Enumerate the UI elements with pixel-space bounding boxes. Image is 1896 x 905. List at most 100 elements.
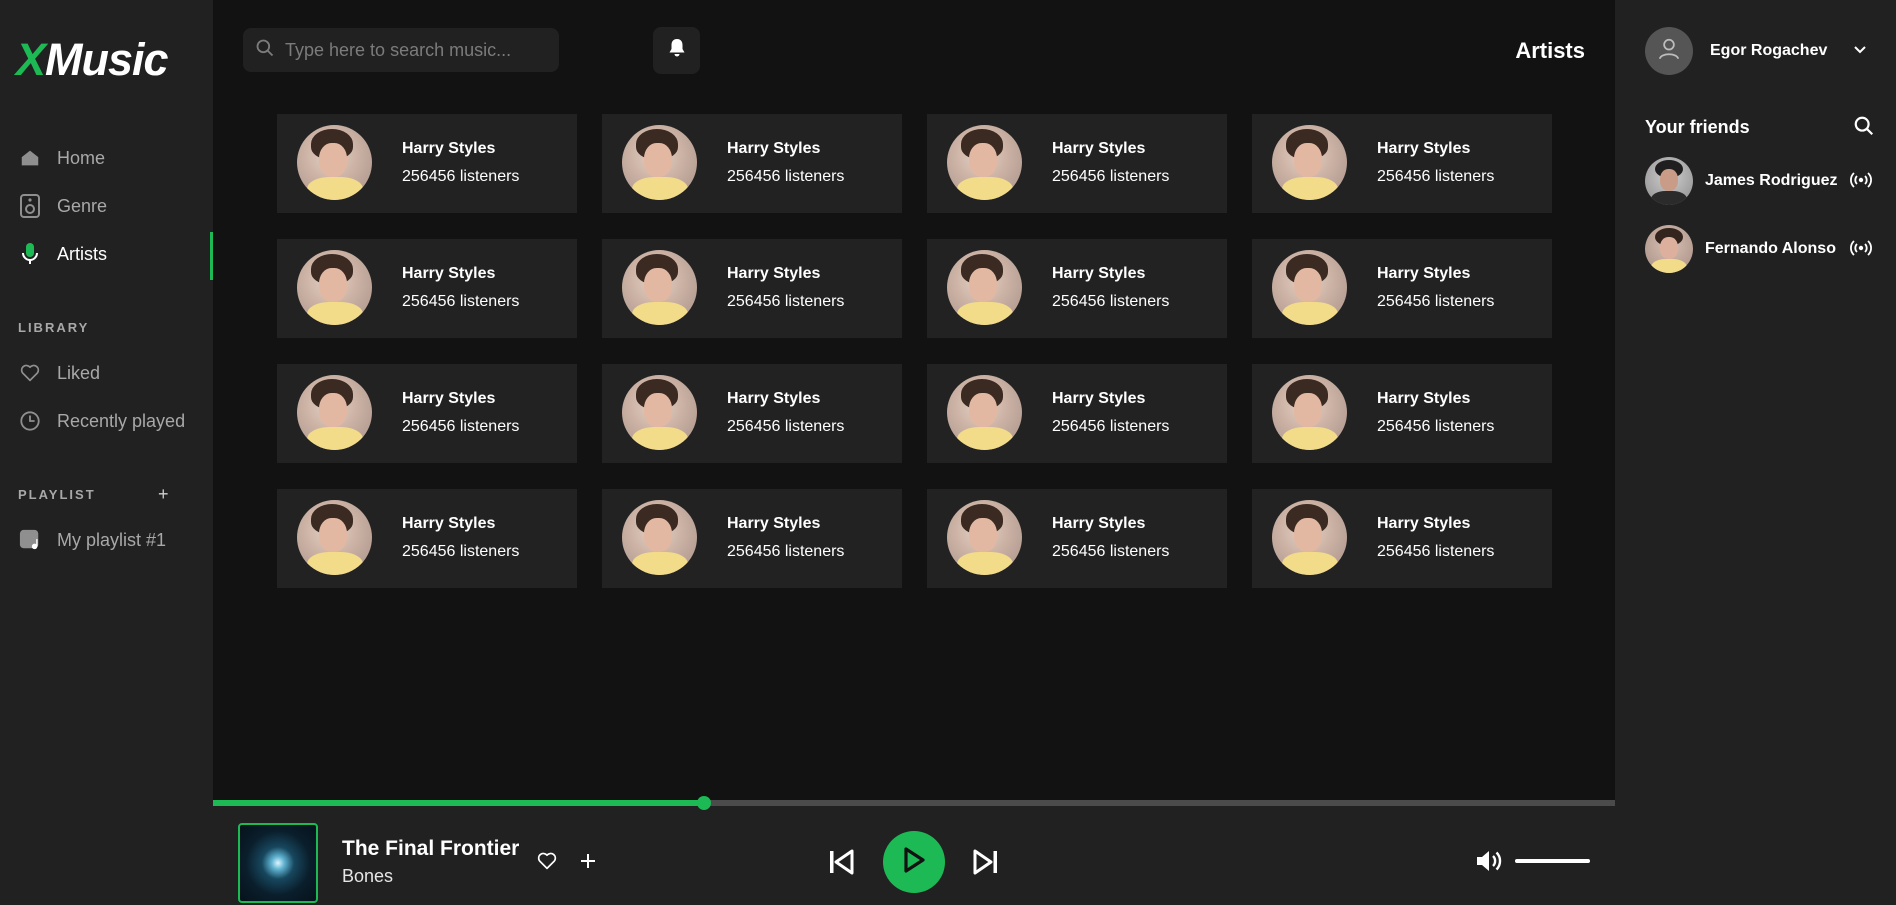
artist-name: Harry Styles xyxy=(402,390,496,407)
player-bar: The Final Frontier Bones xyxy=(213,796,1615,905)
volume-slider[interactable] xyxy=(1515,859,1590,863)
sidebar-item-home[interactable]: Home xyxy=(0,136,213,180)
artist-name: Harry Styles xyxy=(727,515,821,532)
playlist-icon xyxy=(18,528,42,552)
progress-bar[interactable] xyxy=(213,796,1615,810)
friend-name: James Rodriguez xyxy=(1705,172,1838,189)
next-track-icon[interactable] xyxy=(972,848,1000,881)
artist-avatar xyxy=(622,375,697,450)
artist-avatar xyxy=(622,125,697,200)
logo-x: X xyxy=(16,34,46,85)
right-panel: Egor Rogachev Your friends James Rodrigu… xyxy=(1615,0,1896,905)
friends-title: Your friends xyxy=(1645,117,1750,137)
plus-icon[interactable] xyxy=(577,850,599,877)
artist-card[interactable]: Harry Styles 256456 listeners xyxy=(927,114,1227,213)
broadcast-icon xyxy=(1849,169,1873,196)
artist-name: Harry Styles xyxy=(1052,140,1146,157)
playlist-section-title: PLAYLIST xyxy=(18,487,96,502)
artist-card[interactable]: Harry Styles 256456 listeners xyxy=(602,239,902,338)
artist-card[interactable]: Harry Styles 256456 listeners xyxy=(277,489,577,588)
artist-card[interactable]: Harry Styles 256456 listeners xyxy=(1252,239,1552,338)
artist-card[interactable]: Harry Styles 256456 listeners xyxy=(277,239,577,338)
artist-name: Harry Styles xyxy=(1377,515,1471,532)
artist-listeners: 256456 listeners xyxy=(1377,168,1495,185)
artist-listeners: 256456 listeners xyxy=(1377,543,1495,560)
sidebar-item-label: Artists xyxy=(57,243,108,264)
artist-avatar xyxy=(297,375,372,450)
artist-card[interactable]: Harry Styles 256456 listeners xyxy=(1252,364,1552,463)
sidebar-item-liked[interactable]: Liked xyxy=(0,351,213,395)
add-playlist-button[interactable]: + xyxy=(158,484,169,505)
artist-listeners: 256456 listeners xyxy=(1377,418,1495,435)
artist-listeners: 256456 listeners xyxy=(1052,168,1170,185)
artist-avatar xyxy=(1272,125,1347,200)
user-icon xyxy=(1656,36,1682,67)
heart-icon xyxy=(18,361,42,385)
artist-avatar xyxy=(947,375,1022,450)
artist-name: Harry Styles xyxy=(727,265,821,282)
sidebar-item-artists[interactable]: Artists xyxy=(0,232,213,280)
artist-avatar xyxy=(1272,250,1347,325)
artist-name: Harry Styles xyxy=(1052,265,1146,282)
heart-icon[interactable] xyxy=(537,852,557,875)
artist-card[interactable]: Harry Styles 256456 listeners xyxy=(927,489,1227,588)
artist-card[interactable]: Harry Styles 256456 listeners xyxy=(927,364,1227,463)
artist-name: Harry Styles xyxy=(1052,515,1146,532)
speaker-icon xyxy=(18,194,42,218)
user-menu[interactable]: Egor Rogachev xyxy=(1645,27,1827,75)
friend-avatar xyxy=(1645,225,1693,273)
track-title: The Final Frontier xyxy=(342,837,520,860)
progress-thumb[interactable] xyxy=(696,796,711,810)
artist-card[interactable]: Harry Styles 256456 listeners xyxy=(277,114,577,213)
search-icon xyxy=(255,38,275,63)
artist-name: Harry Styles xyxy=(1377,390,1471,407)
play-button[interactable] xyxy=(883,831,945,893)
broadcast-icon xyxy=(1849,237,1873,264)
artist-card[interactable]: Harry Styles 256456 listeners xyxy=(1252,489,1552,588)
home-icon xyxy=(18,146,42,170)
volume-icon[interactable] xyxy=(1474,847,1504,880)
artist-avatar xyxy=(622,500,697,575)
artist-listeners: 256456 listeners xyxy=(402,168,520,185)
artist-name: Harry Styles xyxy=(402,140,496,157)
artist-avatar xyxy=(947,250,1022,325)
sidebar-item-genre[interactable]: Genre xyxy=(0,184,213,228)
artist-card[interactable]: Harry Styles 256456 listeners xyxy=(602,489,902,588)
artist-card[interactable]: Harry Styles 256456 listeners xyxy=(277,364,577,463)
play-icon xyxy=(902,846,926,878)
artist-card[interactable]: Harry Styles 256456 listeners xyxy=(1252,114,1552,213)
page-title: Artists xyxy=(1515,38,1585,63)
artist-avatar xyxy=(622,250,697,325)
search-icon[interactable] xyxy=(1853,115,1875,142)
artist-name: Harry Styles xyxy=(1377,265,1471,282)
artist-name: Harry Styles xyxy=(727,140,821,157)
sidebar-item-my-playlist[interactable]: My playlist #1 xyxy=(0,518,213,562)
sidebar-item-recently-played[interactable]: Recently played xyxy=(0,399,213,443)
search-input[interactable] xyxy=(285,39,545,61)
progress-fill xyxy=(213,800,704,806)
artist-card[interactable]: Harry Styles 256456 listeners xyxy=(602,364,902,463)
library-section-title: LIBRARY xyxy=(18,320,90,335)
artist-card[interactable]: Harry Styles 256456 listeners xyxy=(927,239,1227,338)
friend-item[interactable]: James Rodriguez xyxy=(1645,157,1837,205)
xmusic-logo[interactable]: XMusic xyxy=(16,34,169,86)
artist-avatar xyxy=(947,125,1022,200)
friend-avatar xyxy=(1645,157,1693,205)
friend-item[interactable]: Fernando Alonso xyxy=(1645,225,1836,273)
album-cover xyxy=(238,823,318,903)
sidebar-item-label: Recently played xyxy=(57,410,186,431)
artist-card[interactable]: Harry Styles 256456 listeners xyxy=(602,114,902,213)
microphone-icon xyxy=(18,242,42,266)
notification-button[interactable] xyxy=(653,27,700,74)
track-artist[interactable]: Bones xyxy=(342,866,393,887)
artist-listeners: 256456 listeners xyxy=(1377,293,1495,310)
artist-name: Harry Styles xyxy=(1052,390,1146,407)
artist-listeners: 256456 listeners xyxy=(727,418,845,435)
artist-avatar xyxy=(297,250,372,325)
user-avatar xyxy=(1645,27,1693,75)
artist-listeners: 256456 listeners xyxy=(1052,293,1170,310)
chevron-down-icon[interactable] xyxy=(1853,42,1867,60)
search-box[interactable] xyxy=(243,28,559,72)
previous-track-icon[interactable] xyxy=(827,848,855,881)
sidebar-item-label: My playlist #1 xyxy=(57,529,167,550)
